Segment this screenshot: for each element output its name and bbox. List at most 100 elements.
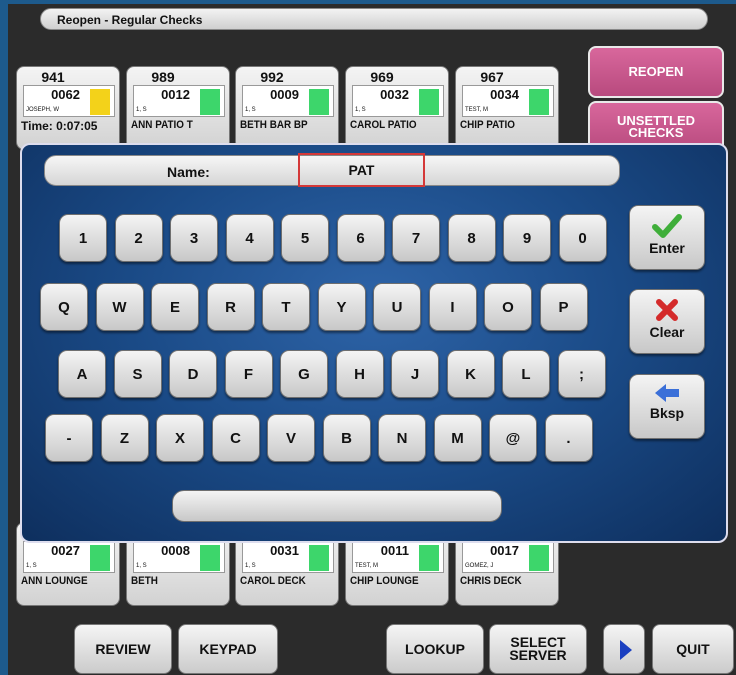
key-button[interactable]: S [113, 350, 162, 398]
check-label: CAROL PATIO [350, 119, 417, 131]
key-button[interactable]: 4 [225, 214, 274, 262]
check-amount: 0034 [490, 87, 519, 102]
key-button[interactable]: C [211, 414, 260, 462]
key-button[interactable]: . [544, 414, 593, 462]
check-tile[interactable]: 989 0012 1, S ANN PATIO T [126, 66, 230, 150]
check-label: CHIP LOUNGE [350, 575, 419, 587]
name-input[interactable]: PAT [298, 153, 425, 187]
check-server: 1, S [136, 563, 147, 569]
key-button[interactable]: N [378, 414, 426, 462]
status-indicator-green [529, 89, 549, 115]
key-button[interactable]: F [224, 350, 273, 398]
check-server: TEST, M [355, 563, 379, 569]
key-button[interactable]: Y [317, 283, 366, 331]
key-button[interactable]: 8 [447, 214, 496, 262]
next-page-button[interactable] [603, 624, 645, 674]
check-label: BETH [131, 575, 158, 587]
check-tile[interactable]: 969 0032 1, S CAROL PATIO [345, 66, 449, 150]
key-button[interactable]: L [502, 350, 550, 398]
status-indicator-green [419, 545, 439, 571]
key-button[interactable]: M [433, 414, 482, 462]
check-amount: 0062 [51, 87, 80, 102]
red-x-icon [656, 299, 678, 321]
check-amount: 0009 [270, 87, 299, 102]
key-button[interactable]: ; [557, 350, 606, 398]
key-button[interactable]: 1 [59, 214, 107, 262]
check-label: BETH BAR BP [240, 119, 308, 131]
space-bar[interactable] [172, 490, 502, 522]
select-server-button[interactable]: SELECT SERVER [489, 624, 587, 674]
keypad-button[interactable]: KEYPAD [178, 624, 278, 674]
key-button[interactable]: @ [489, 414, 537, 462]
window-title: Reopen - Regular Checks [40, 8, 708, 30]
key-button[interactable]: P [539, 283, 588, 331]
status-indicator-yellow [90, 89, 110, 115]
check-tile[interactable]: 992 0009 1, S BETH BAR BP [235, 66, 339, 150]
key-button[interactable]: A [58, 350, 106, 398]
check-label: CAROL DECK [240, 575, 306, 587]
key-button[interactable]: 9 [503, 214, 551, 262]
review-button[interactable]: REVIEW [74, 624, 172, 674]
key-button[interactable]: G [280, 350, 328, 398]
key-button[interactable]: W [95, 283, 144, 331]
key-button[interactable]: Z [100, 414, 149, 462]
checkmark-icon [652, 214, 682, 238]
quit-button[interactable]: QUIT [652, 624, 734, 674]
key-button[interactable]: H [335, 350, 384, 398]
key-button[interactable]: 0 [558, 214, 607, 262]
check-time: Time: 0:07:05 [21, 119, 98, 133]
check-number: 989 [151, 69, 175, 85]
key-button[interactable]: K [446, 350, 495, 398]
check-server: 1, S [245, 107, 256, 113]
key-button[interactable]: R [206, 283, 255, 331]
key-button[interactable]: E [151, 283, 199, 331]
check-amount: 0031 [270, 543, 299, 558]
key-button[interactable]: V [267, 414, 315, 462]
status-indicator-green [200, 545, 220, 571]
key-button[interactable]: X [156, 414, 204, 462]
check-amount: 0012 [161, 87, 190, 102]
key-button[interactable]: B [322, 414, 371, 462]
check-amount: 0027 [51, 543, 80, 558]
key-button[interactable]: J [391, 350, 439, 398]
check-tile[interactable]: 941 0062 JOSEPH, W Time: 0:07:05 [16, 66, 120, 150]
check-server: 1, S [136, 107, 147, 113]
play-right-icon [620, 640, 632, 660]
status-indicator-green [309, 89, 329, 115]
check-server: 1, S [26, 563, 37, 569]
clear-button[interactable]: Clear [629, 289, 705, 354]
arrow-left-icon [655, 384, 679, 402]
check-server: TEST, M [465, 107, 489, 113]
lookup-button[interactable]: LOOKUP [386, 624, 484, 674]
check-server: 1, S [245, 563, 256, 569]
check-label: CHIP PATIO [460, 119, 516, 131]
name-label: Name: [167, 164, 210, 180]
enter-button[interactable]: Enter [629, 205, 705, 270]
key-button[interactable]: 2 [114, 214, 163, 262]
key-button[interactable]: O [484, 283, 532, 331]
check-amount: 0011 [380, 543, 409, 558]
check-number: 941 [41, 69, 65, 85]
key-button[interactable]: 3 [170, 214, 218, 262]
check-number: 967 [480, 69, 504, 85]
keyboard-dialog [20, 143, 728, 543]
key-button[interactable]: I [428, 283, 477, 331]
key-button[interactable]: - [45, 414, 93, 462]
key-button[interactable]: U [373, 283, 421, 331]
backspace-button[interactable]: Bksp [629, 374, 705, 439]
key-button[interactable]: Q [40, 283, 88, 331]
key-button[interactable]: D [169, 350, 217, 398]
check-server: JOSEPH, W [26, 107, 60, 113]
check-amount: 0017 [490, 543, 519, 558]
check-server: GOMEZ, J [465, 563, 494, 569]
key-button[interactable]: 5 [281, 214, 329, 262]
reopen-button[interactable]: REOPEN [588, 46, 724, 98]
key-button[interactable]: 6 [336, 214, 385, 262]
check-server: 1, S [355, 107, 366, 113]
check-number: 992 [260, 69, 284, 85]
check-number: 969 [370, 69, 394, 85]
key-button[interactable]: T [262, 283, 310, 331]
check-tile[interactable]: 967 0034 TEST, M CHIP PATIO [455, 66, 559, 150]
status-indicator-green [200, 89, 220, 115]
key-button[interactable]: 7 [392, 214, 440, 262]
